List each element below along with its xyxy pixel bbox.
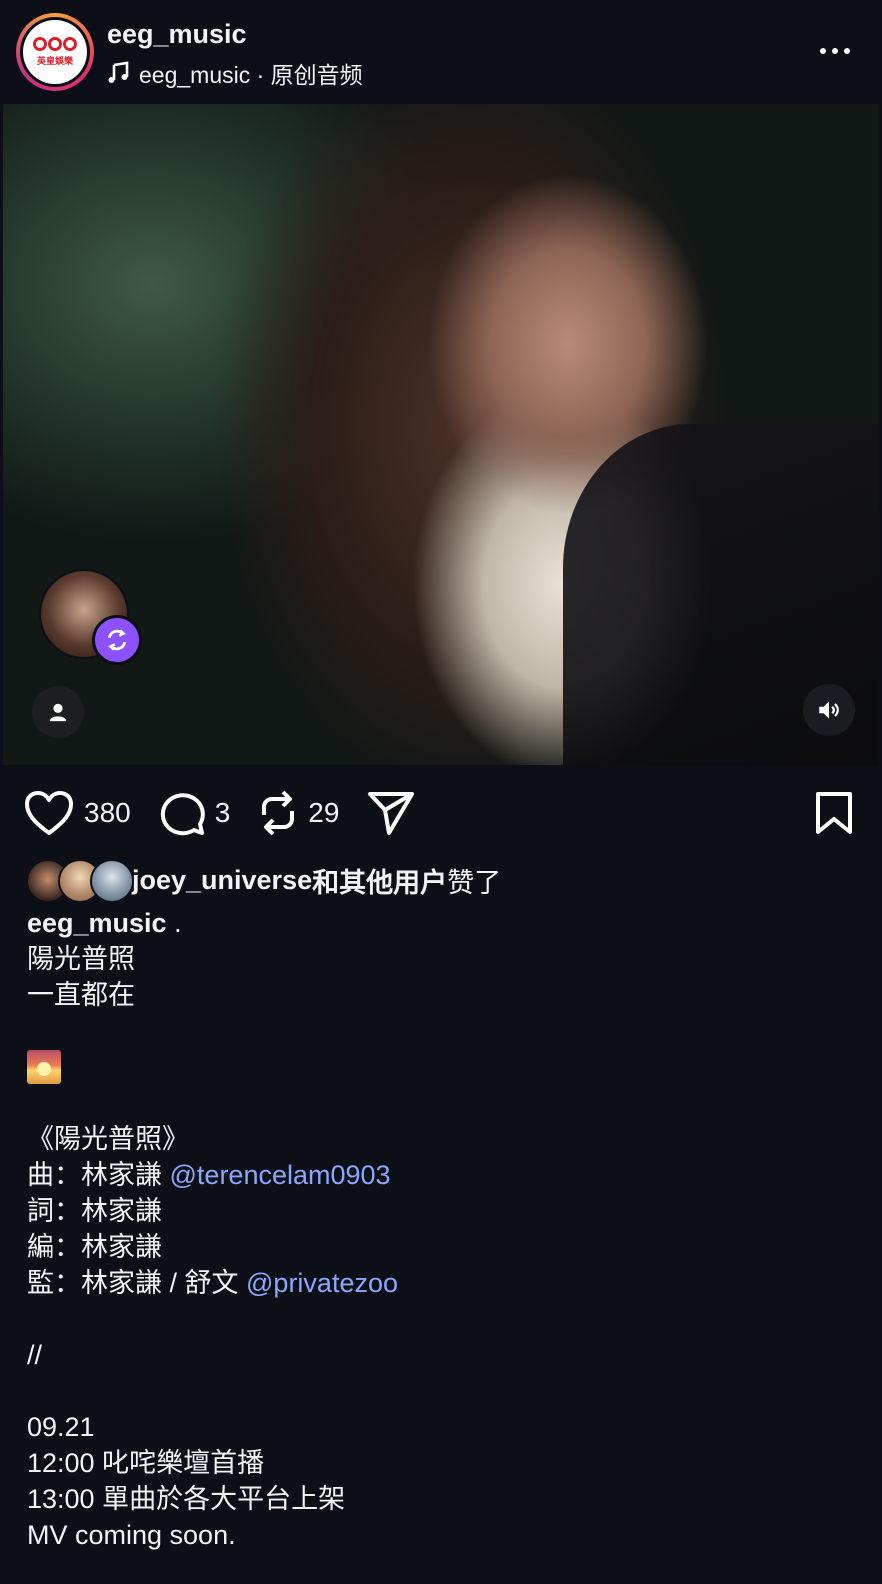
caption-line: 13:00 單曲於各大平台上架 — [27, 1484, 346, 1514]
caption-blank — [27, 1373, 857, 1409]
caption-author-line: eeg_music . — [27, 905, 857, 941]
logo-circles — [33, 37, 77, 51]
like-button[interactable]: 380 — [24, 790, 131, 836]
like-count: 380 — [84, 797, 131, 828]
heart-icon — [25, 791, 73, 835]
caption-producer-line: 監：林家謙 / 舒文 @privatezoo — [27, 1265, 857, 1301]
share-button[interactable] — [367, 790, 415, 836]
more-options-icon[interactable] — [820, 36, 856, 66]
comment-button[interactable]: 3 — [159, 790, 231, 836]
sound-on-icon[interactable] — [803, 684, 855, 736]
caption-composer-line: 曲：林家謙 @terencelam0903 — [27, 1157, 857, 1193]
liked-by-row[interactable]: joey_universe 和其他用户 赞了 — [26, 859, 502, 903]
caption-line: MV coming soon. — [27, 1520, 236, 1550]
caption-blank — [27, 1301, 857, 1337]
mention-link[interactable]: @privatezoo — [246, 1268, 398, 1298]
caption-line: 09.21 — [27, 1412, 95, 1442]
profile-avatar[interactable]: 英皇娛樂 — [16, 13, 94, 91]
producer-label: 監：林家謙 / 舒文 — [27, 1268, 247, 1298]
eeg-logo: 英皇娛樂 — [23, 20, 87, 84]
liked-by-others[interactable]: 和其他用户 — [312, 861, 447, 900]
liker-username[interactable]: joey_universe — [132, 865, 312, 896]
liked-by-suffix: 赞了 — [447, 867, 502, 898]
mention-link[interactable]: @terencelam0903 — [170, 1160, 391, 1190]
music-note-icon — [108, 61, 129, 83]
avatar — [90, 859, 134, 903]
caption-line: // — [27, 1340, 43, 1370]
caption-emoji-line — [27, 1049, 857, 1085]
save-button[interactable] — [814, 791, 854, 840]
caption-line: 陽光普照 — [27, 944, 135, 974]
audio-label: eeg_music · 原创音频 — [139, 62, 363, 88]
post-username[interactable]: eeg_music — [107, 19, 247, 50]
audio-link[interactable]: eeg_music · 原创音频 — [107, 56, 363, 90]
post-header: 英皇娛樂 eeg_music eeg_music · 原创音频 — [0, 0, 882, 104]
avatar-inner: 英皇娛樂 — [20, 17, 90, 87]
comment-count: 3 — [214, 797, 231, 828]
liker-avatars — [26, 859, 134, 903]
caption-author-suffix: . — [166, 908, 182, 938]
caption-author[interactable]: eeg_music — [27, 908, 167, 938]
caption-blank — [27, 1085, 857, 1121]
caption-line: 詞：林家謙 — [27, 1196, 162, 1226]
caption-blank — [27, 1013, 857, 1049]
caption-line: 編：林家謙 — [27, 1232, 162, 1262]
composer-label: 曲：林家謙 — [27, 1160, 170, 1190]
caption-line: 一直都在 — [27, 980, 135, 1010]
comment-bubble-icon — [160, 793, 205, 836]
caption-line: 《陽光普照》 — [27, 1124, 189, 1154]
post-video[interactable] — [3, 104, 879, 765]
action-bar: 380 3 29 — [24, 788, 443, 838]
repost-badge-icon — [92, 615, 142, 665]
tagged-users-icon[interactable] — [32, 686, 84, 738]
logo-text: 英皇娛樂 — [36, 57, 73, 67]
caption-line: 12:00 叱咤樂壇首播 — [27, 1448, 265, 1478]
bookmark-icon — [816, 792, 852, 834]
post-caption: eeg_music . 陽光普照 一直都在 《陽光普照》 曲：林家謙 @tere… — [27, 905, 857, 1553]
send-icon — [368, 792, 415, 835]
sunrise-emoji-icon — [27, 1050, 61, 1084]
repost-count: 29 — [308, 797, 340, 828]
repost-button[interactable]: 29 — [258, 789, 339, 837]
repost-icon — [262, 790, 295, 836]
